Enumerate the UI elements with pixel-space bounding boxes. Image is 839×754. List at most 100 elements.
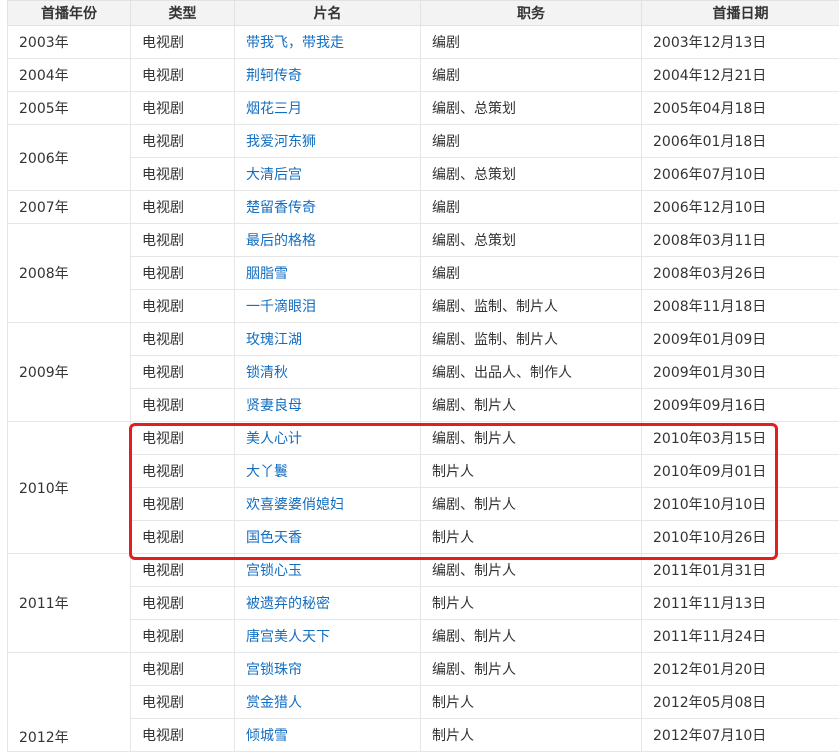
title-link[interactable]: 最后的格格 xyxy=(246,233,316,249)
type-cell: 电视剧 xyxy=(130,124,235,158)
table-row: 2003年 电视剧 带我飞，带我走 编剧 2003年12月13日 xyxy=(7,25,839,59)
year-cell: 2010年 xyxy=(7,421,131,554)
year-cell: 2005年 xyxy=(7,91,131,125)
date-cell: 2008年03月11日 xyxy=(641,223,839,257)
date-cell: 2006年01月18日 xyxy=(641,124,839,158)
role-cell: 制片人 xyxy=(420,520,642,554)
type-cell: 电视剧 xyxy=(130,25,235,59)
title-link[interactable]: 带我飞，带我走 xyxy=(246,35,344,51)
table-row: 2006年 电视剧 我爱河东狮 编剧 2006年01月18日 xyxy=(7,124,839,191)
date-cell: 2010年03月15日 xyxy=(641,421,839,455)
role-cell: 编剧、出品人、制作人 xyxy=(420,355,642,389)
table-row: 电视剧 被遗弃的秘密 制片人 2011年11月13日 xyxy=(8,586,839,620)
title-cell: 欢喜婆婆俏媳妇 xyxy=(234,487,421,521)
year-cell: 2012年 xyxy=(7,652,131,752)
type-cell: 电视剧 xyxy=(130,553,235,587)
header-title: 片名 xyxy=(234,0,421,26)
date-cell: 2011年11月24日 xyxy=(641,619,839,653)
title-cell: 被遗弃的秘密 xyxy=(234,586,421,620)
table-row: 2008年 电视剧 最后的格格 编剧、总策划 2008年03月11日 xyxy=(7,223,839,323)
title-link[interactable]: 大清后宫 xyxy=(246,167,302,183)
title-cell: 倾城雪 xyxy=(234,718,421,752)
table-row: 电视剧 欢喜婆婆俏媳妇 编剧、制片人 2010年10月10日 xyxy=(8,487,839,521)
table-row: 2012年 电视剧 宫锁珠帘 编剧、制片人 2012年01月20日 xyxy=(7,652,839,752)
role-cell: 制片人 xyxy=(420,718,642,752)
table-row: 电视剧 赏金猎人 制片人 2012年05月08日 xyxy=(8,685,839,719)
filmography-table: 首播年份 类型 片名 职务 首播日期 2003年 电视剧 带我飞，带我走 编剧 2003… xyxy=(7,0,839,752)
title-cell: 贤妻良母 xyxy=(234,388,421,422)
table-row: 电视剧 贤妻良母 编剧、制片人 2009年09月16日 xyxy=(8,388,839,422)
role-cell: 编剧、监制、制片人 xyxy=(420,289,642,323)
header-type: 类型 xyxy=(130,0,235,26)
type-cell: 电视剧 xyxy=(130,487,235,521)
title-link[interactable]: 宫锁心玉 xyxy=(246,563,302,579)
type-cell: 电视剧 xyxy=(130,619,235,653)
title-link[interactable]: 荆轲传奇 xyxy=(246,68,302,84)
type-cell: 电视剧 xyxy=(130,256,235,290)
year-cell: 2011年 xyxy=(7,553,131,653)
role-cell: 编剧、制片人 xyxy=(420,553,642,587)
date-cell: 2008年11月18日 xyxy=(641,289,839,323)
role-cell: 编剧、制片人 xyxy=(420,652,642,686)
title-link[interactable]: 宫锁珠帘 xyxy=(246,662,302,678)
title-link[interactable]: 美人心计 xyxy=(246,431,302,447)
type-cell: 电视剧 xyxy=(130,355,235,389)
title-link[interactable]: 楚留香传奇 xyxy=(246,200,316,216)
title-link[interactable]: 大丫鬟 xyxy=(246,464,288,480)
title-cell: 大丫鬟 xyxy=(234,454,421,488)
type-cell: 电视剧 xyxy=(130,421,235,455)
title-cell: 宫锁心玉 xyxy=(234,553,421,587)
date-cell: 2006年12月10日 xyxy=(641,190,839,224)
table-row: 2011年 电视剧 宫锁心玉 编剧、制片人 2011年01月31日 xyxy=(7,553,839,653)
type-cell: 电视剧 xyxy=(130,586,235,620)
title-link[interactable]: 锁清秋 xyxy=(246,365,288,381)
table-row: 电视剧 国色天香 制片人 2010年10月26日 xyxy=(8,520,839,554)
title-cell: 美人心计 xyxy=(234,421,421,455)
year-cell: 2004年 xyxy=(7,58,131,92)
title-link[interactable]: 我爱河东狮 xyxy=(246,134,316,150)
table-row: 2007年 电视剧 楚留香传奇 编剧 2006年12月10日 xyxy=(7,190,839,224)
role-cell: 编剧、制片人 xyxy=(420,388,642,422)
title-link[interactable]: 玫瑰江湖 xyxy=(246,332,302,348)
role-cell: 编剧、总策划 xyxy=(420,91,642,125)
role-cell: 编剧、监制、制片人 xyxy=(420,322,642,356)
title-link[interactable]: 国色天香 xyxy=(246,530,302,546)
type-cell: 电视剧 xyxy=(130,91,235,125)
title-link[interactable]: 倾城雪 xyxy=(246,728,288,744)
role-cell: 编剧、制片人 xyxy=(420,487,642,521)
year-cell: 2003年 xyxy=(7,25,131,59)
date-cell: 2012年01月20日 xyxy=(641,652,839,686)
title-link[interactable]: 欢喜婆婆俏媳妇 xyxy=(246,497,344,513)
type-cell: 电视剧 xyxy=(130,223,235,257)
title-link[interactable]: 胭脂雪 xyxy=(246,266,288,282)
role-cell: 编剧、制片人 xyxy=(420,619,642,653)
title-cell: 锁清秋 xyxy=(234,355,421,389)
date-cell: 2005年04月18日 xyxy=(641,91,839,125)
title-link[interactable]: 一千滴眼泪 xyxy=(246,299,316,315)
title-cell: 最后的格格 xyxy=(234,223,421,257)
title-cell: 烟花三月 xyxy=(234,91,421,125)
type-cell: 电视剧 xyxy=(130,685,235,719)
header-row: 首播年份 类型 片名 职务 首播日期 xyxy=(7,0,839,26)
title-cell: 胭脂雪 xyxy=(234,256,421,290)
type-cell: 电视剧 xyxy=(130,289,235,323)
title-link[interactable]: 被遗弃的秘密 xyxy=(246,596,330,612)
table-row: 电视剧 大清后宫 编剧、总策划 2006年07月10日 xyxy=(8,157,839,191)
title-link[interactable]: 烟花三月 xyxy=(246,101,302,117)
title-link[interactable]: 贤妻良母 xyxy=(246,398,302,414)
date-cell: 2006年07月10日 xyxy=(641,157,839,191)
type-cell: 电视剧 xyxy=(130,322,235,356)
type-cell: 电视剧 xyxy=(130,190,235,224)
title-link[interactable]: 赏金猎人 xyxy=(246,695,302,711)
title-cell: 一千滴眼泪 xyxy=(234,289,421,323)
title-link[interactable]: 唐宫美人天下 xyxy=(246,629,330,645)
date-cell: 2009年01月09日 xyxy=(641,322,839,356)
date-cell: 2008年03月26日 xyxy=(641,256,839,290)
title-cell: 唐宫美人天下 xyxy=(234,619,421,653)
type-cell: 电视剧 xyxy=(130,454,235,488)
role-cell: 编剧 xyxy=(420,58,642,92)
date-cell: 2011年01月31日 xyxy=(641,553,839,587)
title-cell: 宫锁珠帘 xyxy=(234,652,421,686)
table-row: 电视剧 大丫鬟 制片人 2010年09月01日 xyxy=(8,454,839,488)
table-row: 2010年 电视剧 美人心计 编剧、制片人 2010年03月15日 xyxy=(7,421,839,554)
